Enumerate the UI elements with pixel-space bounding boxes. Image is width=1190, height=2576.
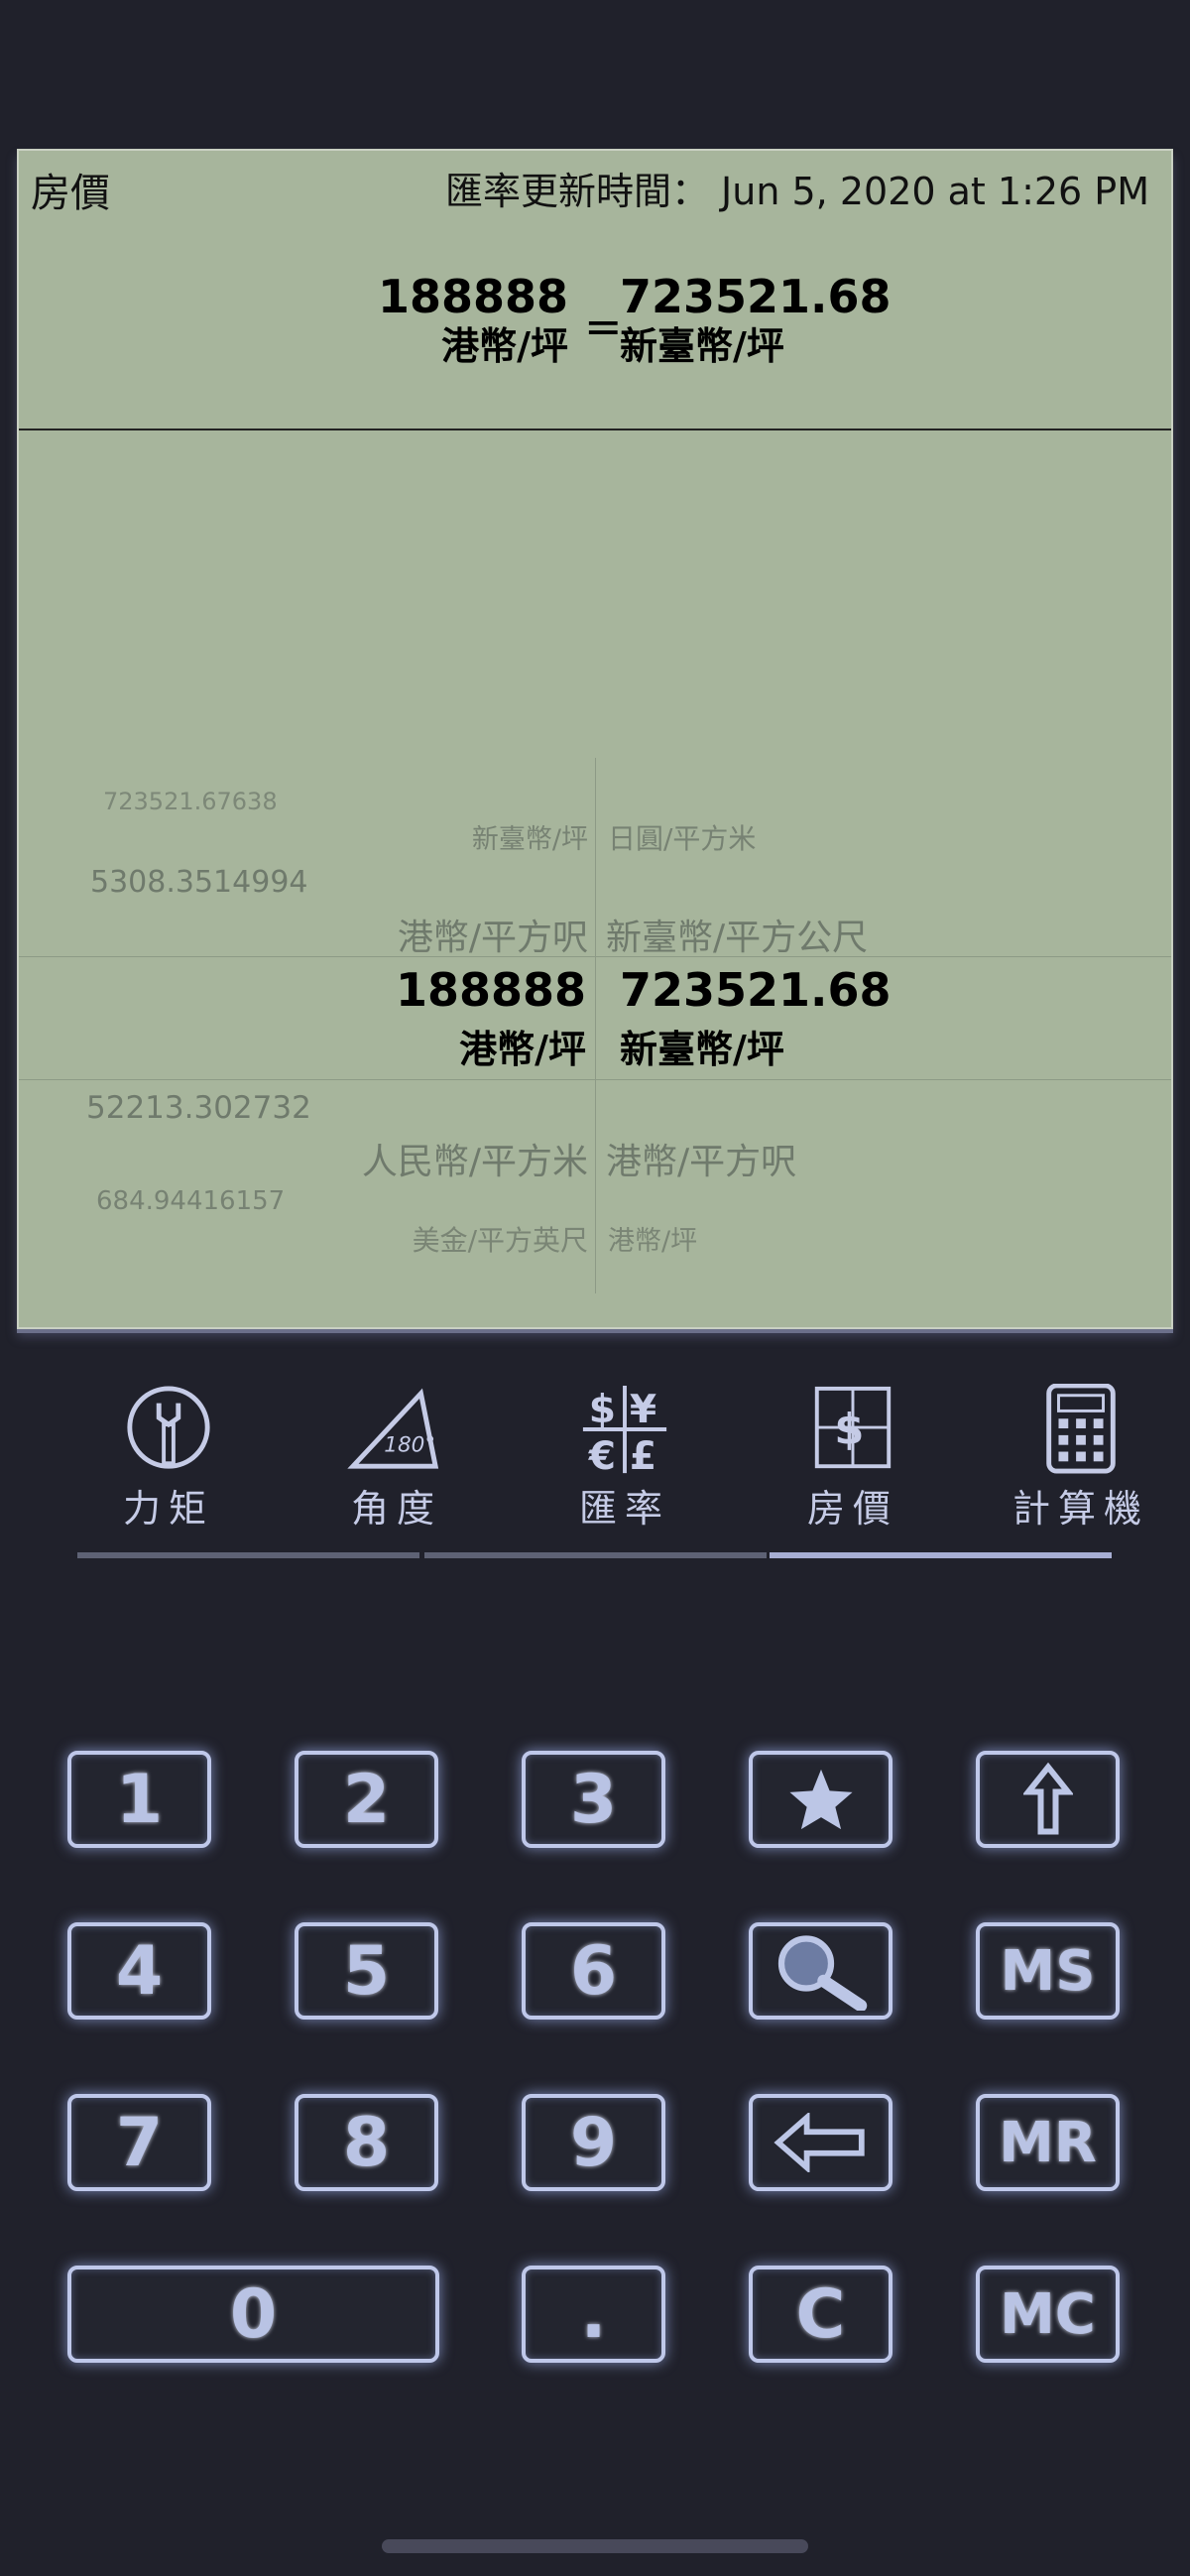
display-panel: 房價 匯率更新時間： Jun 5, 2020 at 1:26 PM 188888… xyxy=(17,149,1173,1329)
picker-right-unit[interactable]: 日圓/平方米 xyxy=(608,817,756,857)
tab-calculator[interactable]: 計算機 xyxy=(982,1384,1180,1533)
update-timestamp: Jun 5, 2020 at 1:26 PM xyxy=(721,170,1149,213)
key-1[interactable]: 1 xyxy=(67,1751,211,1848)
selection-bottom-line xyxy=(19,1079,1171,1080)
from-unit: 港幣/坪 xyxy=(441,324,568,368)
picker-right-unit[interactable]: 新臺幣/平方公尺 xyxy=(606,909,868,960)
from-block: 188888 港幣/坪 xyxy=(378,270,568,369)
key-label: . xyxy=(580,2274,607,2354)
picker-right-selected-value[interactable]: 723521.68 xyxy=(620,963,892,1017)
favorite-button[interactable] xyxy=(749,1751,892,1848)
key-label: 4 xyxy=(115,1931,164,2011)
currency-icon: $ ¥ € £ xyxy=(582,1385,667,1476)
update-label: 匯率更新時間： xyxy=(444,170,709,213)
key-label: 3 xyxy=(569,1760,618,1839)
tab-underline xyxy=(424,1552,767,1558)
svg-text:$: $ xyxy=(589,1388,616,1432)
mode-title: 房價 xyxy=(31,171,110,216)
update-time: 匯率更新時間： Jun 5, 2020 at 1:26 PM xyxy=(445,161,1149,215)
tab-angle[interactable]: 180° 角度 xyxy=(298,1384,496,1533)
tab-exchange-rate[interactable]: $ ¥ € £ 匯率 xyxy=(526,1384,724,1533)
key-7[interactable]: 7 xyxy=(67,2094,211,2191)
picker-left-unit[interactable]: 人民幣/平方米 xyxy=(362,1133,588,1184)
key-9[interactable]: 9 xyxy=(522,2094,665,2191)
tab-label: 匯率 xyxy=(578,1487,670,1531)
magnifier-icon xyxy=(777,1935,867,2011)
svg-text:180°: 180° xyxy=(384,1433,435,1458)
key-label: MC xyxy=(1000,2281,1096,2347)
tab-torque[interactable]: 力矩 xyxy=(69,1384,268,1533)
key-6[interactable]: 6 xyxy=(522,1922,665,2020)
clear-button[interactable]: C xyxy=(749,2266,892,2363)
tab-label: 力矩 xyxy=(122,1487,214,1531)
key-8[interactable]: 8 xyxy=(295,2094,438,2191)
picker-left-value[interactable]: 5308.3514994 xyxy=(90,865,308,900)
conversion-result: 188888 港幣/坪 = 723521.68 新臺幣/坪 xyxy=(19,270,1171,379)
picker-left-unit[interactable]: 美金/平方英尺 xyxy=(413,1219,588,1259)
equals-sign: = xyxy=(584,300,623,353)
picker-left-unit[interactable]: 港幣/平方呎 xyxy=(398,909,588,960)
mode-tab-bar: 力矩 180° 角度 $ ¥ € £ 匯率 $ 房價 計算機 xyxy=(69,1384,1141,1562)
memory-recall-button[interactable]: MR xyxy=(976,2094,1120,2191)
house-price-icon: $ xyxy=(814,1386,892,1469)
picker-right-selected-unit[interactable]: 新臺幣/坪 xyxy=(620,1019,784,1073)
svg-text:£: £ xyxy=(630,1434,656,1476)
picker-left-value[interactable]: 52213.302732 xyxy=(86,1090,311,1126)
angle-icon: 180° xyxy=(347,1388,439,1469)
unit-picker[interactable]: 723521.67638 新臺幣/坪 5308.3514994 港幣/平方呎 1… xyxy=(19,430,1171,1327)
key-label: MR xyxy=(999,2110,1097,2175)
key-label: 1 xyxy=(115,1760,164,1839)
to-unit: 新臺幣/坪 xyxy=(620,324,784,368)
backspace-arrow-icon xyxy=(773,2113,865,2172)
wrench-icon xyxy=(127,1386,210,1469)
up-arrow-icon xyxy=(1022,1762,1073,1835)
key-label: 2 xyxy=(342,1760,391,1839)
key-label: C xyxy=(795,2274,846,2354)
backspace-button[interactable] xyxy=(749,2094,892,2191)
to-block: 723521.68 新臺幣/坪 xyxy=(620,270,892,369)
home-indicator[interactable] xyxy=(382,2539,808,2553)
svg-text:¥: ¥ xyxy=(630,1388,656,1432)
up-button[interactable] xyxy=(976,1751,1120,1848)
key-label: 0 xyxy=(229,2274,278,2354)
key-5[interactable]: 5 xyxy=(295,1922,438,2020)
picker-left-value[interactable]: 684.94416157 xyxy=(96,1186,285,1216)
tab-house-price[interactable]: $ 房價 xyxy=(754,1384,952,1533)
tab-label: 角度 xyxy=(350,1487,442,1531)
calculator-icon xyxy=(1046,1384,1116,1474)
picker-right-unit[interactable]: 港幣/坪 xyxy=(608,1219,697,1258)
to-value: 723521.68 xyxy=(620,270,892,323)
picker-column-divider xyxy=(595,758,596,1293)
key-0[interactable]: 0 xyxy=(67,2266,439,2363)
selection-top-line xyxy=(19,956,1171,957)
key-label: 8 xyxy=(342,2103,391,2182)
memory-clear-button[interactable]: MC xyxy=(976,2266,1120,2363)
picker-right-unit[interactable]: 港幣/平方呎 xyxy=(606,1133,796,1184)
tab-label: 計算機 xyxy=(1012,1487,1149,1531)
tab-underline-active xyxy=(770,1552,1112,1558)
from-value: 188888 xyxy=(377,270,568,323)
decimal-point-button[interactable]: . xyxy=(522,2266,665,2363)
key-label: 6 xyxy=(569,1931,618,2011)
memory-store-button[interactable]: MS xyxy=(976,1922,1120,2020)
picker-left-selected-value[interactable]: 188888 xyxy=(396,963,586,1017)
search-button[interactable] xyxy=(749,1922,892,2020)
star-icon xyxy=(788,1769,853,1830)
tab-label: 房價 xyxy=(806,1487,898,1531)
picker-left-unit[interactable]: 新臺幣/坪 xyxy=(472,817,588,856)
picker-left-selected-unit[interactable]: 港幣/坪 xyxy=(459,1019,586,1073)
tab-underline xyxy=(77,1552,419,1558)
key-2[interactable]: 2 xyxy=(295,1751,438,1848)
svg-text:€: € xyxy=(588,1434,616,1476)
key-label: 5 xyxy=(342,1931,391,2011)
key-4[interactable]: 4 xyxy=(67,1922,211,2020)
picker-left-value[interactable]: 723521.67638 xyxy=(103,788,278,815)
key-3[interactable]: 3 xyxy=(522,1751,665,1848)
key-label: 9 xyxy=(569,2103,618,2182)
key-label: MS xyxy=(1000,1938,1096,2004)
key-label: 7 xyxy=(115,2103,164,2182)
svg-text:$: $ xyxy=(834,1406,864,1455)
display-header: 房價 匯率更新時間： Jun 5, 2020 at 1:26 PM 188888… xyxy=(19,151,1171,429)
